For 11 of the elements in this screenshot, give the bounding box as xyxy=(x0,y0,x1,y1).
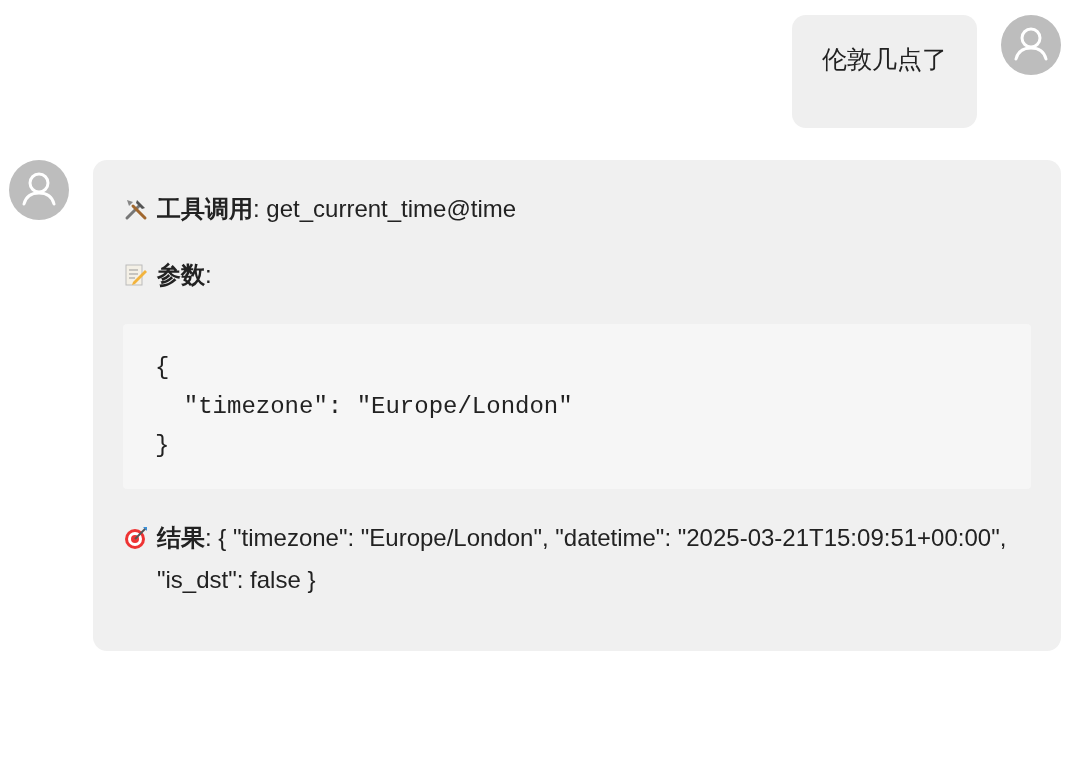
memo-icon xyxy=(123,262,149,288)
user-avatar-icon xyxy=(1001,15,1061,75)
tool-call-text: 工具调用: get_current_time@time xyxy=(157,194,517,224)
code-line: } xyxy=(155,431,171,461)
user-message: 伦敦几点了 xyxy=(792,15,977,128)
assistant-avatar-icon xyxy=(9,160,69,220)
target-icon xyxy=(123,525,149,551)
code-line: "timezone": "Europe/London" xyxy=(182,392,574,422)
params-label: 参数: xyxy=(157,260,212,290)
result-text: 结果: { "timezone": "Europe/London", "datetime": "2025-03-21T15:09:51+00:00", "is_dst": false } xyxy=(157,523,1008,595)
code-line: { xyxy=(155,353,171,383)
